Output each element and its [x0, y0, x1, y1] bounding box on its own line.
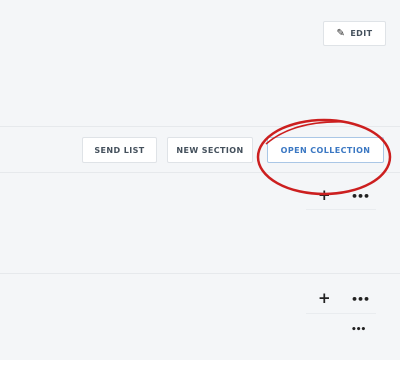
plus-icon[interactable]: +: [318, 291, 331, 306]
new-section-label: NEW SECTION: [176, 145, 244, 155]
new-section-button[interactable]: NEW SECTION: [167, 137, 253, 163]
content-panel: ✎ EDIT SEND LIST NEW SECTION OPEN COLLEC…: [0, 0, 400, 360]
edit-button[interactable]: ✎ EDIT: [323, 21, 386, 46]
send-list-label: SEND LIST: [94, 145, 145, 155]
toolbar-divider: [0, 172, 400, 173]
row-divider: [306, 209, 376, 210]
pencil-icon: ✎: [336, 28, 346, 39]
row-divider: [306, 313, 376, 314]
ellipsis-icon[interactable]: •••: [351, 191, 370, 202]
ellipsis-icon[interactable]: •••: [351, 294, 370, 305]
open-collection-button[interactable]: OPEN COLLECTION: [267, 137, 384, 163]
edit-button-label: EDIT: [350, 29, 373, 38]
ellipsis-icon[interactable]: •••: [351, 326, 366, 335]
open-collection-label: OPEN COLLECTION: [280, 145, 371, 155]
plus-icon[interactable]: +: [318, 188, 331, 203]
send-list-button[interactable]: SEND LIST: [82, 137, 157, 163]
section-divider: [0, 273, 400, 274]
section-divider: [0, 126, 400, 127]
